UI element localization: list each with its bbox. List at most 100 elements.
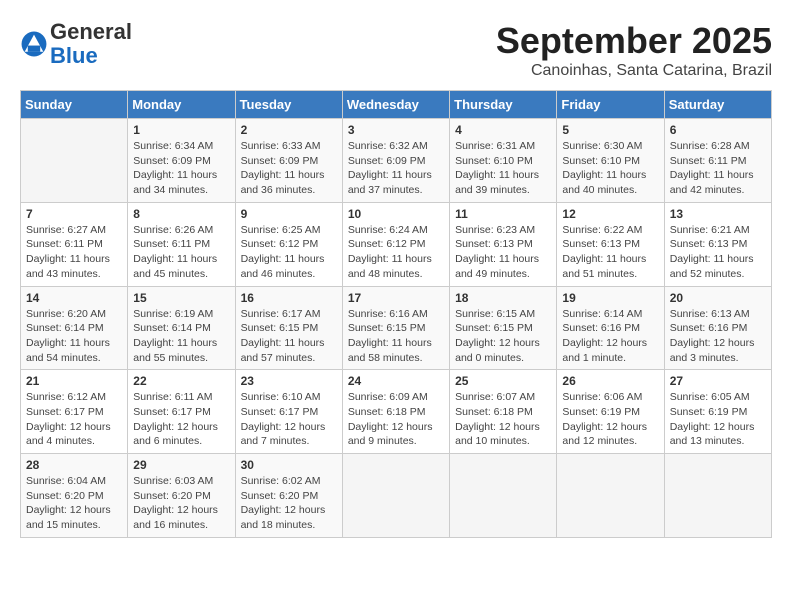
day-number: 25 bbox=[455, 374, 551, 388]
day-number: 23 bbox=[241, 374, 337, 388]
calendar-cell: 23 Sunrise: 6:10 AM Sunset: 6:17 PM Dayli… bbox=[235, 370, 342, 454]
calendar-cell: 10 Sunrise: 6:24 AM Sunset: 6:12 PM Dayli… bbox=[342, 202, 449, 286]
calendar-cell: 25 Sunrise: 6:07 AM Sunset: 6:18 PM Dayli… bbox=[450, 370, 557, 454]
day-number: 18 bbox=[455, 291, 551, 305]
logo-icon bbox=[20, 30, 48, 58]
calendar-week-5: 28Sunrise: 6:04 AM Sunset: 6:20 PM Dayli… bbox=[21, 454, 772, 538]
day-number: 13 bbox=[670, 207, 766, 221]
day-info: Sunrise: 6:05 AM Sunset: 6:19 PM Dayligh… bbox=[670, 390, 766, 449]
location-subtitle: Canoinhas, Santa Catarina, Brazil bbox=[496, 62, 772, 80]
calendar-cell: 16 Sunrise: 6:17 AM Sunset: 6:15 PM Dayli… bbox=[235, 286, 342, 370]
day-info: Sunrise: 6:27 AM Sunset: 6:11 PM Dayligh… bbox=[26, 223, 122, 282]
day-number: 12 bbox=[562, 207, 658, 221]
calendar-cell: 27 Sunrise: 6:05 AM Sunset: 6:19 PM Dayli… bbox=[664, 370, 771, 454]
day-info: Sunrise: 6:09 AM Sunset: 6:18 PM Dayligh… bbox=[348, 390, 444, 449]
day-number: 14 bbox=[26, 291, 122, 305]
logo: General Blue bbox=[20, 20, 132, 68]
day-number: 5 bbox=[562, 123, 658, 137]
day-info: Sunrise: 6:34 AM Sunset: 6:09 PM Dayligh… bbox=[133, 139, 229, 198]
calendar-cell: 26Sunrise: 6:06 AM Sunset: 6:19 PM Dayli… bbox=[557, 370, 664, 454]
page-header: General Blue September 2025 Canoinhas, S… bbox=[20, 20, 772, 80]
calendar-cell bbox=[21, 119, 128, 203]
calendar-cell bbox=[342, 454, 449, 538]
month-title: September 2025 bbox=[496, 20, 772, 62]
day-number: 20 bbox=[670, 291, 766, 305]
logo-blue-text: Blue bbox=[50, 43, 98, 68]
day-info: Sunrise: 6:15 AM Sunset: 6:15 PM Dayligh… bbox=[455, 307, 551, 366]
day-info: Sunrise: 6:31 AM Sunset: 6:10 PM Dayligh… bbox=[455, 139, 551, 198]
calendar-cell: 21 Sunrise: 6:12 AM Sunset: 6:17 PM Dayli… bbox=[21, 370, 128, 454]
day-number: 22 bbox=[133, 374, 229, 388]
column-header-saturday: Saturday bbox=[664, 91, 771, 119]
day-number: 8 bbox=[133, 207, 229, 221]
day-info: Sunrise: 6:16 AM Sunset: 6:15 PM Dayligh… bbox=[348, 307, 444, 366]
day-number: 24 bbox=[348, 374, 444, 388]
calendar-cell: 29 Sunrise: 6:03 AM Sunset: 6:20 PM Dayli… bbox=[128, 454, 235, 538]
calendar-cell: 12 Sunrise: 6:22 AM Sunset: 6:13 PM Dayli… bbox=[557, 202, 664, 286]
calendar-cell: 1 Sunrise: 6:34 AM Sunset: 6:09 PM Daylig… bbox=[128, 119, 235, 203]
column-header-wednesday: Wednesday bbox=[342, 91, 449, 119]
calendar-cell: 20 Sunrise: 6:13 AM Sunset: 6:16 PM Dayli… bbox=[664, 286, 771, 370]
calendar-cell bbox=[557, 454, 664, 538]
day-info: Sunrise: 6:25 AM Sunset: 6:12 PM Dayligh… bbox=[241, 223, 337, 282]
calendar-cell: 11 Sunrise: 6:23 AM Sunset: 6:13 PM Dayli… bbox=[450, 202, 557, 286]
day-number: 28 bbox=[26, 458, 122, 472]
calendar-cell: 5 Sunrise: 6:30 AM Sunset: 6:10 PM Daylig… bbox=[557, 119, 664, 203]
calendar-cell: 19 Sunrise: 6:14 AM Sunset: 6:16 PM Dayli… bbox=[557, 286, 664, 370]
calendar-cell: 18 Sunrise: 6:15 AM Sunset: 6:15 PM Dayli… bbox=[450, 286, 557, 370]
calendar-table: SundayMondayTuesdayWednesdayThursdayFrid… bbox=[20, 90, 772, 538]
day-number: 30 bbox=[241, 458, 337, 472]
day-number: 3 bbox=[348, 123, 444, 137]
day-number: 7 bbox=[26, 207, 122, 221]
day-number: 6 bbox=[670, 123, 766, 137]
calendar-cell bbox=[664, 454, 771, 538]
day-info: Sunrise: 6:32 AM Sunset: 6:09 PM Dayligh… bbox=[348, 139, 444, 198]
day-info: Sunrise: 6:26 AM Sunset: 6:11 PM Dayligh… bbox=[133, 223, 229, 282]
day-info: Sunrise: 6:20 AM Sunset: 6:14 PM Dayligh… bbox=[26, 307, 122, 366]
day-number: 16 bbox=[241, 291, 337, 305]
day-info: Sunrise: 6:17 AM Sunset: 6:15 PM Dayligh… bbox=[241, 307, 337, 366]
calendar-week-3: 14 Sunrise: 6:20 AM Sunset: 6:14 PM Dayli… bbox=[21, 286, 772, 370]
calendar-week-1: 1 Sunrise: 6:34 AM Sunset: 6:09 PM Daylig… bbox=[21, 119, 772, 203]
title-block: September 2025 Canoinhas, Santa Catarina… bbox=[496, 20, 772, 80]
day-info: Sunrise: 6:24 AM Sunset: 6:12 PM Dayligh… bbox=[348, 223, 444, 282]
calendar-cell: 15Sunrise: 6:19 AM Sunset: 6:14 PM Dayli… bbox=[128, 286, 235, 370]
calendar-cell: 4Sunrise: 6:31 AM Sunset: 6:10 PM Daylig… bbox=[450, 119, 557, 203]
day-number: 27 bbox=[670, 374, 766, 388]
calendar-cell: 14 Sunrise: 6:20 AM Sunset: 6:14 PM Dayli… bbox=[21, 286, 128, 370]
column-header-friday: Friday bbox=[557, 91, 664, 119]
day-info: Sunrise: 6:19 AM Sunset: 6:14 PM Dayligh… bbox=[133, 307, 229, 366]
calendar-cell: 7 Sunrise: 6:27 AM Sunset: 6:11 PM Daylig… bbox=[21, 202, 128, 286]
day-info: Sunrise: 6:30 AM Sunset: 6:10 PM Dayligh… bbox=[562, 139, 658, 198]
day-info: Sunrise: 6:03 AM Sunset: 6:20 PM Dayligh… bbox=[133, 474, 229, 533]
logo-general-text: General bbox=[50, 19, 132, 44]
day-number: 9 bbox=[241, 207, 337, 221]
calendar-cell: 24 Sunrise: 6:09 AM Sunset: 6:18 PM Dayli… bbox=[342, 370, 449, 454]
day-info: Sunrise: 6:14 AM Sunset: 6:16 PM Dayligh… bbox=[562, 307, 658, 366]
column-header-sunday: Sunday bbox=[21, 91, 128, 119]
calendar-cell: 17 Sunrise: 6:16 AM Sunset: 6:15 PM Dayli… bbox=[342, 286, 449, 370]
day-info: Sunrise: 6:21 AM Sunset: 6:13 PM Dayligh… bbox=[670, 223, 766, 282]
day-number: 29 bbox=[133, 458, 229, 472]
day-number: 21 bbox=[26, 374, 122, 388]
column-header-tuesday: Tuesday bbox=[235, 91, 342, 119]
day-info: Sunrise: 6:11 AM Sunset: 6:17 PM Dayligh… bbox=[133, 390, 229, 449]
calendar-week-4: 21 Sunrise: 6:12 AM Sunset: 6:17 PM Dayli… bbox=[21, 370, 772, 454]
day-number: 10 bbox=[348, 207, 444, 221]
calendar-cell: 28Sunrise: 6:04 AM Sunset: 6:20 PM Dayli… bbox=[21, 454, 128, 538]
day-info: Sunrise: 6:10 AM Sunset: 6:17 PM Dayligh… bbox=[241, 390, 337, 449]
day-number: 11 bbox=[455, 207, 551, 221]
day-info: Sunrise: 6:12 AM Sunset: 6:17 PM Dayligh… bbox=[26, 390, 122, 449]
calendar-cell: 13 Sunrise: 6:21 AM Sunset: 6:13 PM Dayli… bbox=[664, 202, 771, 286]
day-number: 19 bbox=[562, 291, 658, 305]
column-header-thursday: Thursday bbox=[450, 91, 557, 119]
day-number: 26 bbox=[562, 374, 658, 388]
day-number: 17 bbox=[348, 291, 444, 305]
day-info: Sunrise: 6:22 AM Sunset: 6:13 PM Dayligh… bbox=[562, 223, 658, 282]
day-number: 2 bbox=[241, 123, 337, 137]
day-info: Sunrise: 6:07 AM Sunset: 6:18 PM Dayligh… bbox=[455, 390, 551, 449]
day-info: Sunrise: 6:23 AM Sunset: 6:13 PM Dayligh… bbox=[455, 223, 551, 282]
day-info: Sunrise: 6:13 AM Sunset: 6:16 PM Dayligh… bbox=[670, 307, 766, 366]
day-number: 1 bbox=[133, 123, 229, 137]
calendar-cell bbox=[450, 454, 557, 538]
